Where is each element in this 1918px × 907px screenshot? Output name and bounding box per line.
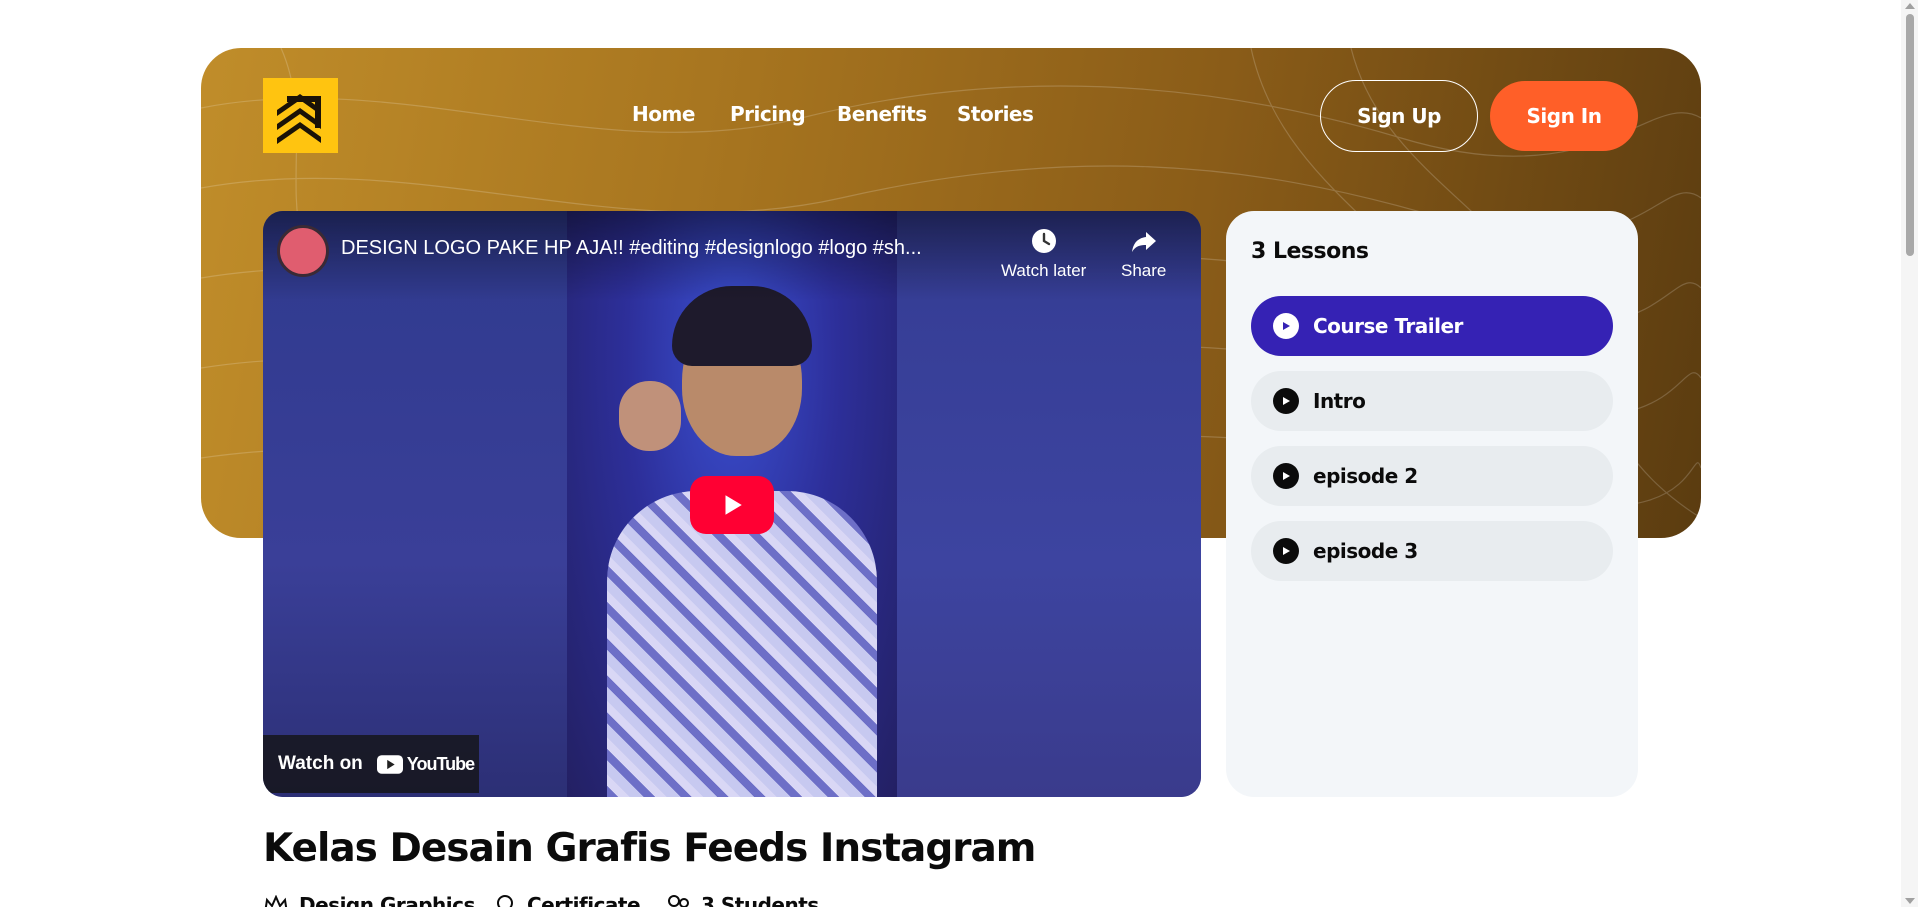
certificate-label: Certificate [527,893,641,907]
students-label: 3 Students [701,893,819,907]
course-category: Design Graphics [263,893,475,907]
watch-later-button[interactable]: Watch later [1001,227,1086,281]
course-title: Kelas Desain Grafis Feeds Instagram [263,826,1036,871]
play-button[interactable] [690,476,774,534]
play-circle-icon [1273,538,1299,564]
nav-home[interactable]: Home [632,102,695,126]
youtube-logo: YouTube [376,753,475,775]
play-circle-icon [1273,388,1299,414]
play-circle-icon [1273,463,1299,489]
play-circle-icon [1273,313,1299,339]
lesson-label: Course Trailer [1313,314,1463,338]
lesson-label: episode 3 [1313,539,1418,563]
share-arrow-icon [1131,232,1156,252]
channel-avatar[interactable] [277,225,329,277]
lesson-course-trailer[interactable]: Course Trailer [1251,296,1613,356]
page-scrollbar[interactable] [1901,0,1918,907]
nav-pricing[interactable]: Pricing [730,102,806,126]
scroll-down-arrow-icon[interactable] [1905,898,1915,904]
share-label: Share [1121,261,1167,280]
scrollbar-thumb[interactable] [1906,14,1914,256]
nav-stories[interactable]: Stories [957,102,1034,126]
lessons-panel: 3 Lessons Course Trailer Intro episode 2… [1226,211,1638,797]
lessons-count: 3 Lessons [1251,239,1369,264]
brand-logo[interactable] [263,78,338,153]
youtube-label: YouTube [406,753,475,774]
users-icon [668,895,689,907]
lesson-label: episode 2 [1313,464,1418,488]
lesson-intro[interactable]: Intro [1251,371,1613,431]
share-button[interactable]: Share [1121,227,1166,281]
video-title[interactable]: DESIGN LOGO PAKE HP AJA!! #editing #desi… [341,237,922,260]
clock-icon [1031,229,1056,253]
scroll-up-arrow-icon[interactable] [1905,3,1915,9]
course-students: 3 Students [665,893,819,907]
watch-on-youtube-button[interactable]: Watch on YouTube [263,735,479,793]
crown-icon [264,895,288,907]
youtube-icon [376,754,403,774]
person-hand [619,381,681,451]
lesson-label: Intro [1313,389,1366,413]
certificate-badge-icon [497,895,513,907]
lesson-episode-3[interactable]: episode 3 [1251,521,1613,581]
chevron-arrow-logo-icon [277,94,321,144]
nav-benefits[interactable]: Benefits [837,102,927,126]
person-shirt [607,491,877,797]
video-player[interactable]: DESIGN LOGO PAKE HP AJA!! #editing #desi… [263,211,1201,797]
play-icon [725,495,742,515]
sign-up-button[interactable]: Sign Up [1320,80,1478,152]
watch-later-label: Watch later [1001,261,1087,280]
category-label: Design Graphics [299,893,475,907]
watch-on-label: Watch on [278,753,363,774]
sign-in-button[interactable]: Sign In [1490,81,1638,151]
course-certificate: Certificate [493,893,641,907]
lesson-episode-2[interactable]: episode 2 [1251,446,1613,506]
